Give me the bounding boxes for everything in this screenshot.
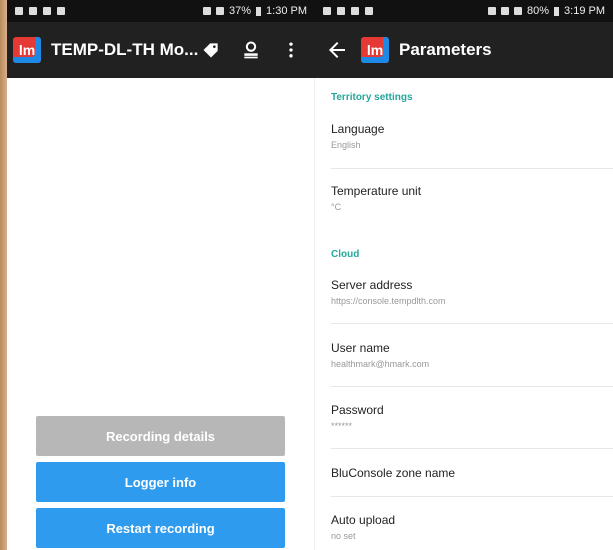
restart-recording-button[interactable]: Restart recording [36, 508, 285, 548]
notification-icon [365, 7, 373, 15]
battery-icon [554, 6, 560, 16]
setting-title: Password [331, 403, 384, 417]
signal-icon [216, 7, 224, 15]
divider [331, 323, 613, 324]
notification-icon [57, 7, 65, 15]
setting-title: Language [331, 122, 385, 136]
setting-summary: ****** [331, 421, 353, 431]
setting-title: Temperature unit [331, 184, 422, 198]
notification-icons [7, 7, 65, 15]
setting-summary: no set [331, 531, 356, 541]
more-vert-icon[interactable] [281, 40, 301, 60]
setting-temperature-unit[interactable]: Temperature unit °C [331, 184, 613, 212]
notification-icon [337, 7, 345, 15]
toolbar-actions [201, 40, 315, 60]
setting-language[interactable]: Language English [331, 122, 613, 150]
app-toolbar-right: lm Parameters [315, 22, 613, 78]
user-switch-icon[interactable] [241, 40, 261, 60]
battery-icon [256, 6, 262, 16]
notification-icons [315, 7, 373, 15]
status-bar-right: 80% 3:19 PM [315, 0, 613, 22]
divider [331, 448, 613, 449]
divider [331, 386, 613, 387]
status-bar-left: 37% 1:30 PM [7, 0, 315, 22]
divider [331, 496, 613, 497]
notification-icon [15, 7, 23, 15]
toolbar-title: TEMP-DL-TH Mo... [51, 40, 199, 59]
back-arrow-icon[interactable] [325, 38, 349, 62]
app-logo: lm [13, 37, 41, 63]
app-toolbar-left: lm TEMP-DL-TH Mo... [7, 22, 315, 78]
battery-percent: 37% [229, 5, 252, 17]
notification-icon [29, 7, 37, 15]
setting-summary: °C [331, 202, 342, 212]
status-time: 3:19 PM [564, 5, 605, 17]
notification-icon [323, 7, 331, 15]
tag-icon[interactable] [201, 40, 221, 60]
logger-panel: Recording details Logger info Restart re… [7, 78, 315, 550]
setting-summary: healthmark@hmark.com [331, 359, 430, 369]
parameters-list: Territory settings Language English Temp… [315, 78, 613, 550]
setting-summary: https://console.tempdlth.com [331, 296, 446, 306]
setting-title: Auto upload [331, 513, 396, 527]
divider [331, 168, 613, 169]
battery-percent: 80% [527, 5, 550, 17]
signal-icon [514, 7, 522, 15]
setting-title: BluConsole zone name [331, 466, 456, 480]
wifi-icon [203, 7, 211, 15]
status-right-group: 80% 3:19 PM [488, 5, 613, 17]
section-header-territory: Territory settings [331, 92, 413, 103]
notification-icon [351, 7, 359, 15]
logger-info-button[interactable]: Logger info [36, 462, 285, 502]
toolbar-title: Parameters [399, 40, 492, 59]
status-right-group: 37% 1:30 PM [203, 5, 315, 17]
setting-summary: English [331, 140, 361, 150]
left-edge-border [0, 0, 7, 550]
setting-user-name[interactable]: User name healthmark@hmark.com [331, 341, 613, 369]
status-time: 1:30 PM [266, 5, 307, 17]
recording-details-button[interactable]: Recording details [36, 416, 285, 456]
section-header-cloud: Cloud [331, 249, 360, 260]
setting-title: Server address [331, 278, 413, 292]
nfc-icon [488, 7, 496, 15]
setting-server-address[interactable]: Server address https://console.tempdlth.… [331, 278, 613, 306]
setting-title: User name [331, 341, 390, 355]
setting-password[interactable]: Password ****** [331, 403, 613, 431]
app-logo: lm [361, 37, 389, 63]
setting-auto-upload[interactable]: Auto upload no set [331, 513, 613, 541]
wifi-icon [501, 7, 509, 15]
setting-bluconsole-zone[interactable]: BluConsole zone name [331, 466, 613, 480]
notification-icon [43, 7, 51, 15]
